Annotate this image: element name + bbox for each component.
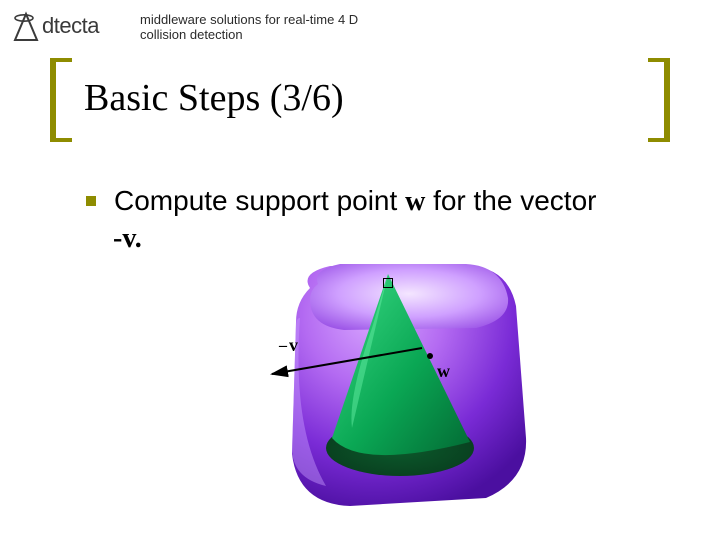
brand-tagline: middleware solutions for real-time 4 D c…: [140, 12, 400, 42]
body-area: Compute support point w for the vector -…: [86, 184, 700, 255]
bullet-text: Compute support point w for the vector: [114, 185, 596, 216]
label-w: w: [437, 361, 450, 382]
brand-name: dtecta: [42, 13, 99, 39]
tagline-line-2: collision detection: [140, 27, 243, 42]
bullet-var-w: w: [405, 186, 425, 217]
label-v: v: [289, 335, 298, 355]
bullet-icon: [86, 196, 96, 206]
bullet-suffix: for the vector: [425, 185, 596, 216]
title-box: Basic Steps (3/6): [50, 58, 670, 142]
bullet-row: Compute support point w for the vector -…: [86, 184, 700, 255]
label-minus-sign: –: [279, 337, 287, 354]
slide: dtecta middleware solutions for real-tim…: [0, 0, 720, 540]
apex-marker-icon: [383, 278, 393, 288]
brand-mark-icon: [12, 10, 40, 42]
label-minus-v: –v: [279, 335, 298, 356]
bullet-prefix: Compute support point: [114, 185, 405, 216]
tagline-line-1: middleware solutions for real-time 4 D: [140, 12, 358, 27]
bracket-left-icon: [50, 58, 72, 142]
solid-illustration: [240, 248, 540, 518]
slide-title: Basic Steps (3/6): [84, 76, 344, 120]
support-point-dot-icon: [427, 353, 433, 359]
figure: –v w: [240, 248, 540, 518]
brand-logo: dtecta: [12, 6, 99, 46]
bullet-content: Compute support point w for the vector -…: [114, 184, 596, 255]
bracket-right-icon: [648, 58, 670, 142]
